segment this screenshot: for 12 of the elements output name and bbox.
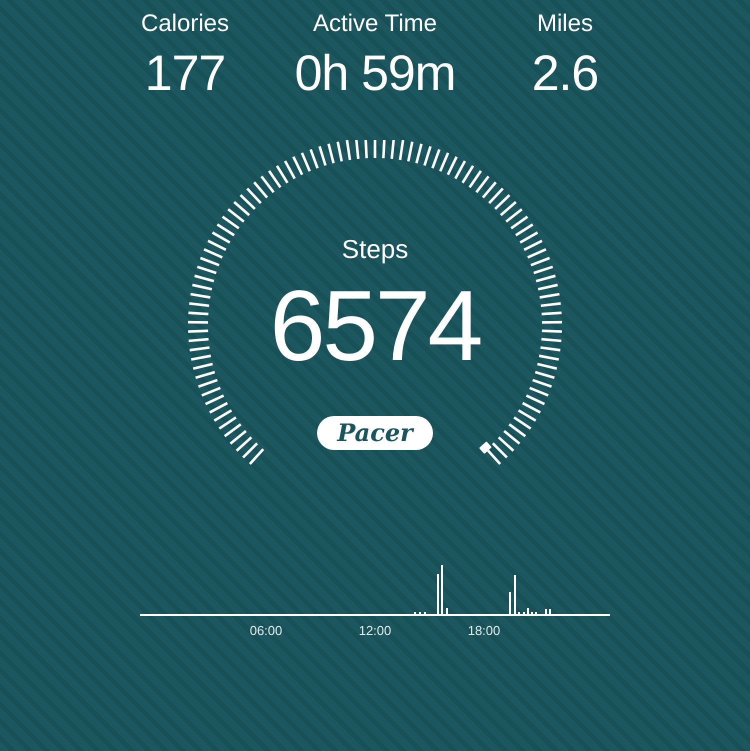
steps-count: 6574: [270, 276, 480, 376]
steps-label: Steps: [342, 236, 408, 262]
stat-value: 177: [144, 48, 226, 98]
stat-value: 2.6: [532, 48, 598, 98]
time-label: 18:00: [468, 622, 500, 640]
stat-label: Miles: [536, 12, 593, 36]
time-label: 06:00: [250, 622, 282, 640]
pacer-logo[interactable]: Pacer: [317, 416, 433, 450]
stat-label: Calories: [140, 12, 230, 36]
stat-label: Active Time: [312, 12, 438, 36]
stat-value: 0h 59m: [294, 48, 456, 98]
time-label: 12:00: [358, 622, 392, 640]
